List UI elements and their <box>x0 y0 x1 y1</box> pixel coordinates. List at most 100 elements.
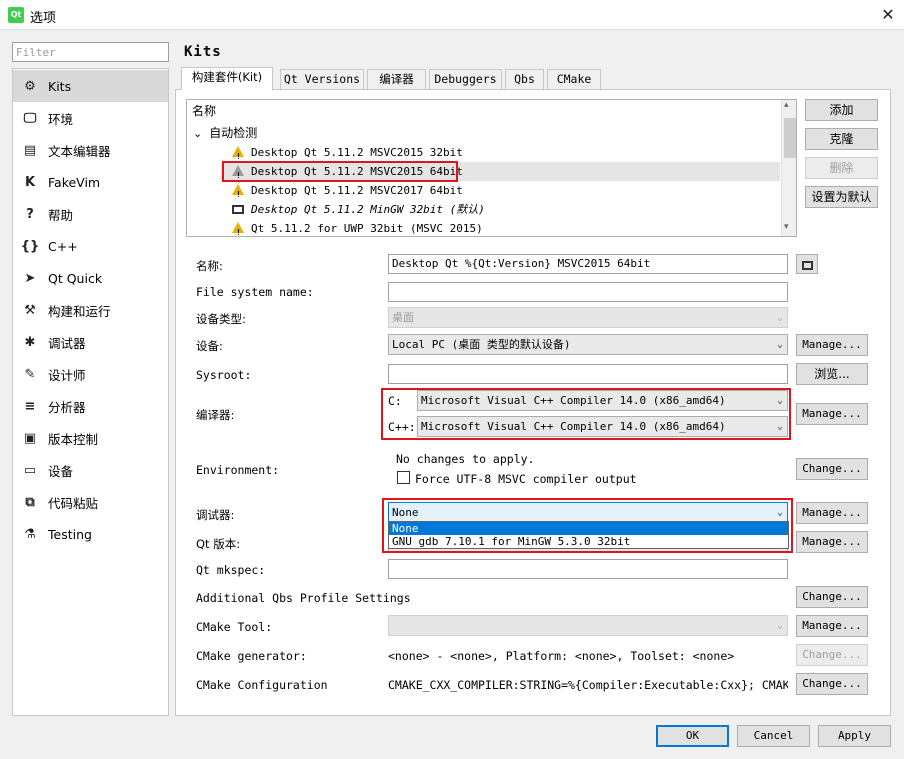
kit-name-field[interactable]: Desktop Qt %{Qt:Version} MSVC2015 64bit <box>388 254 788 274</box>
tab-kits[interactable]: 构建套件(Kit) <box>181 67 273 90</box>
sidebar-item-label: C++ <box>48 238 78 254</box>
code-paste-icon: ⧉ <box>25 494 35 510</box>
cmake-generator-change-button[interactable]: Change... <box>796 644 868 666</box>
sidebar-item-label: 版本控制 <box>48 431 99 447</box>
sidebar-item-testing[interactable]: ⚗ Testing <box>13 518 168 550</box>
compiler-label: 编译器: <box>196 408 235 422</box>
device-label: 设备: <box>196 339 223 353</box>
scrollbar-thumb[interactable] <box>784 118 796 158</box>
cmake-tool-select[interactable]: ⌄ <box>388 615 788 636</box>
sidebar-item-code-paste[interactable]: ⧉ 代码粘贴 <box>13 486 168 518</box>
help-icon: ? <box>26 206 34 222</box>
device-manage-button[interactable]: Manage... <box>796 334 868 356</box>
cmake-tool-manage-button[interactable]: Manage... <box>796 615 868 637</box>
cancel-button[interactable]: Cancel <box>737 725 810 747</box>
scroll-down-icon[interactable]: ▾ <box>784 222 789 232</box>
clone-kit-button[interactable]: 克隆 <box>805 128 878 150</box>
highlight-box-compiler <box>381 388 791 440</box>
environment-change-button[interactable]: Change... <box>796 458 868 480</box>
sidebar-item-label: Kits <box>48 78 72 94</box>
sidebar-item-analyzer[interactable]: ≡ 分析器 <box>13 390 168 422</box>
sidebar-item-text-editor[interactable]: ▤ 文本编辑器 <box>13 134 168 166</box>
qbs-change-button[interactable]: Change... <box>796 586 868 608</box>
title-bar: Qt 选项 ✕ <box>0 0 904 30</box>
sidebar-item-designer[interactable]: ✎ 设计师 <box>13 358 168 390</box>
tree-scrollbar[interactable]: ▴ ▾ <box>781 100 796 236</box>
list-item[interactable]: Desktop Qt 5.11.2 MinGW 32bit (默认) <box>232 200 780 219</box>
group-label: 自动检测 <box>209 126 258 140</box>
sidebar-item-label: FakeVim <box>48 174 101 190</box>
chevron-down-icon[interactable]: ⌄ <box>193 127 202 140</box>
fs-name-label: File system name: <box>196 285 314 299</box>
mkspec-field[interactable] <box>388 559 788 579</box>
device-icon: ▭ <box>23 462 37 478</box>
environment-status: No changes to apply. <box>396 452 535 466</box>
debugger-manage-button[interactable]: Manage... <box>796 502 868 524</box>
sidebar-item-label: 构建和运行 <box>48 303 111 319</box>
sidebar-item-label: 环境 <box>48 111 74 127</box>
testing-icon: ⚗ <box>24 526 36 542</box>
device-select[interactable]: Local PC (桌面 类型的默认设备) ⌄ <box>388 334 788 355</box>
sidebar-item-kits[interactable]: ⚙ Kits <box>13 70 168 102</box>
kit-name: Desktop Qt 5.11.2 MSVC2017 64bit <box>251 184 463 197</box>
device-type-label: 设备类型: <box>196 312 246 326</box>
fakevim-icon: K <box>24 174 36 190</box>
tab-qbs[interactable]: Qbs <box>505 69 544 90</box>
list-item[interactable]: Desktop Qt 5.11.2 MSVC2017 64bit <box>232 181 780 204</box>
sidebar-item-build-run[interactable]: ⚒ 构建和运行 <box>13 294 168 326</box>
sidebar-item-cpp[interactable]: {} C++ <box>13 230 168 262</box>
list-item[interactable]: Desktop Qt 5.11.2 MSVC2015 32bit <box>232 143 780 166</box>
warning-icon <box>232 184 244 204</box>
text-editor-icon: ▤ <box>23 142 37 158</box>
tab-debuggers[interactable]: Debuggers <box>429 69 502 90</box>
qt-version-manage-button[interactable]: Manage... <box>796 531 868 553</box>
force-utf8-checkbox[interactable] <box>397 471 410 484</box>
make-default-button[interactable]: 设置为默认 <box>805 186 878 208</box>
apply-button[interactable]: Apply <box>818 725 891 747</box>
tab-compilers[interactable]: 编译器 <box>367 69 426 90</box>
add-kit-button[interactable]: 添加 <box>805 99 878 121</box>
cmake-tool-label: CMake Tool: <box>196 620 273 634</box>
tree-group-auto-detected[interactable]: ⌄ 自动检测 <box>193 124 257 143</box>
device-type-value: 桌面 <box>392 311 414 324</box>
remove-kit-button[interactable]: 删除 <box>805 157 878 179</box>
browse-button[interactable]: 浏览... <box>796 363 868 385</box>
sidebar-item-label: Qt Quick <box>48 270 103 286</box>
device-type-select[interactable]: 桌面 ⌄ <box>388 307 788 328</box>
kit-icon-button[interactable] <box>796 254 818 274</box>
mkspec-label: Qt mkspec: <box>196 563 266 577</box>
compiler-manage-button[interactable]: Manage... <box>796 403 868 425</box>
tab-qt-versions[interactable]: Qt Versions <box>280 69 364 90</box>
sidebar-item-environment[interactable]: 🖵 环境 <box>13 102 168 134</box>
cmake-config-label: CMake Configuration <box>196 678 328 692</box>
cpp-icon: {} <box>20 238 40 254</box>
chevron-down-icon: ⌄ <box>776 620 783 631</box>
sidebar-item-fakevim[interactable]: K FakeVim <box>13 166 168 198</box>
qbs-settings-label: Additional Qbs Profile Settings <box>196 591 411 605</box>
cmake-config-change-button[interactable]: Change... <box>796 673 868 695</box>
tab-cmake[interactable]: CMake <box>547 69 601 90</box>
monitor-icon: 🖵 <box>23 110 37 126</box>
force-utf8-label: Force UTF-8 MSVC compiler output <box>415 472 637 486</box>
sidebar-item-debugger[interactable]: ✱ 调试器 <box>13 326 168 358</box>
sidebar-item-label: 分析器 <box>48 399 86 415</box>
cmake-generator-value: <none> - <none>, Platform: <none>, Tools… <box>388 649 735 663</box>
kit-name: Desktop Qt 5.11.2 MinGW 32bit (默认) <box>251 203 485 216</box>
filter-input[interactable] <box>12 42 169 62</box>
sidebar-item-qt-quick[interactable]: ➤ Qt Quick <box>13 262 168 294</box>
fs-name-field[interactable] <box>388 282 788 302</box>
sysroot-field[interactable] <box>388 364 788 384</box>
qt-app-icon: Qt <box>8 7 24 23</box>
scroll-up-icon[interactable]: ▴ <box>784 100 789 110</box>
sidebar-item-devices[interactable]: ▭ 设备 <box>13 454 168 486</box>
sidebar-item-help[interactable]: ? 帮助 <box>13 198 168 230</box>
sidebar-item-label: 文本编辑器 <box>48 143 111 159</box>
version-control-icon: ▣ <box>23 430 37 446</box>
list-item[interactable]: Qt 5.11.2 for UWP 32bit (MSVC 2015) <box>232 219 780 236</box>
ok-button[interactable]: OK <box>656 725 729 747</box>
tree-header: 名称 <box>192 104 217 118</box>
debugger-label: 调试器: <box>196 508 235 522</box>
close-button[interactable]: ✕ <box>874 2 902 28</box>
qt-version-label: Qt 版本: <box>196 537 241 551</box>
sidebar-item-version-control[interactable]: ▣ 版本控制 <box>13 422 168 454</box>
